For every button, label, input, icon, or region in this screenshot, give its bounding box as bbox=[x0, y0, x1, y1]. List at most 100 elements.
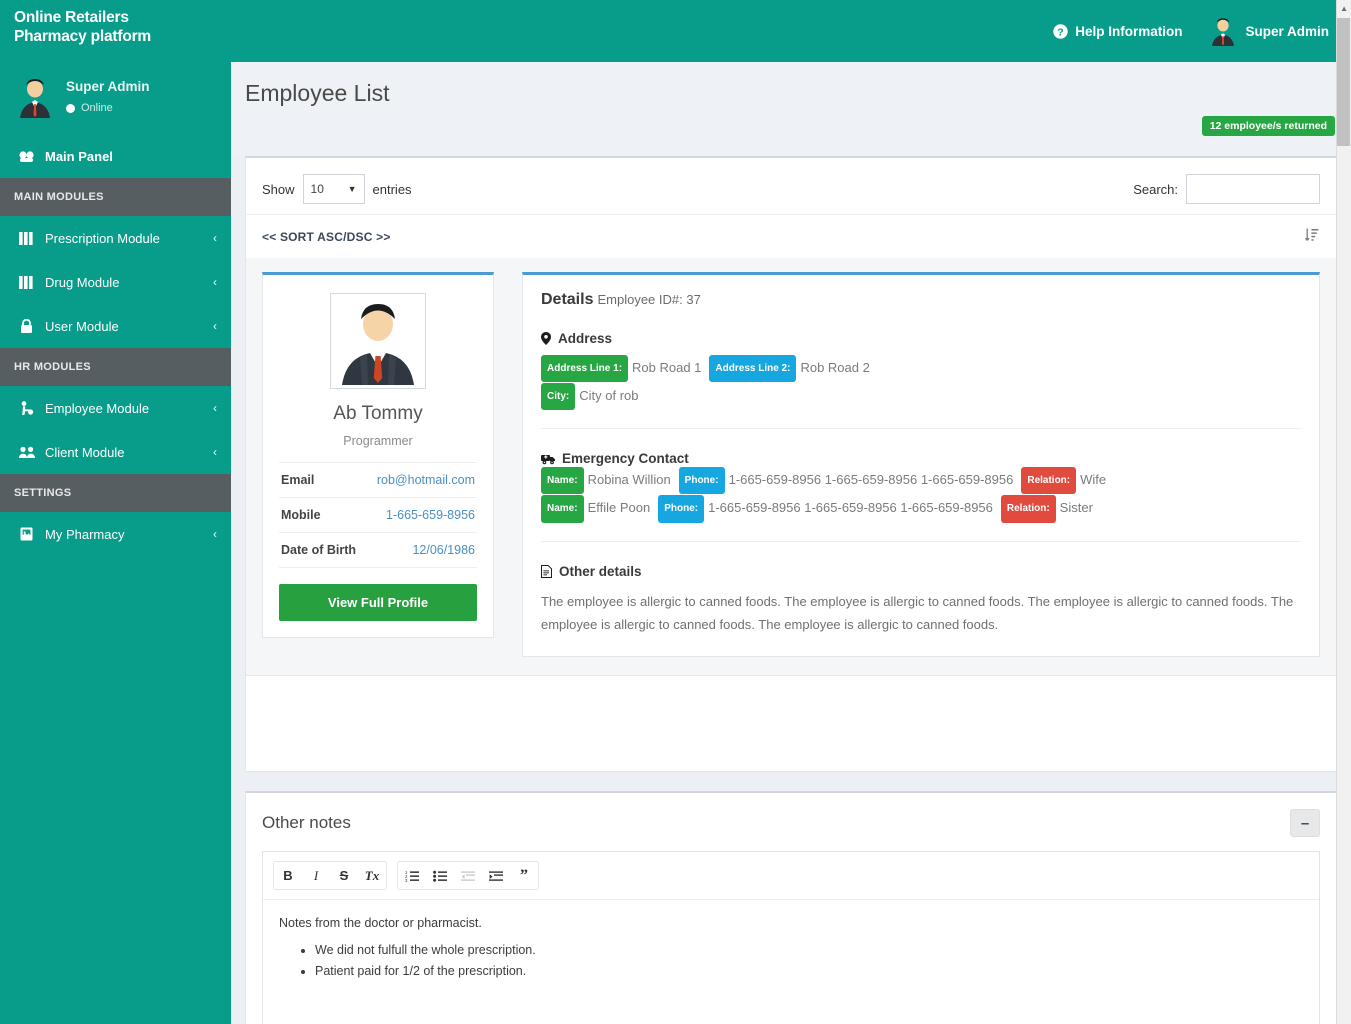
contact-phone-tag: Phone: bbox=[678, 466, 725, 495]
address-line-1-value: Rob Road 1 bbox=[632, 360, 702, 375]
blockquote-icon[interactable]: ” bbox=[510, 862, 538, 890]
other-notes-title: Other notes bbox=[262, 813, 351, 833]
city-value: City of rob bbox=[579, 388, 639, 404]
employee-profile-card: Ab Tommy Programmer Email rob@hotmail.co… bbox=[262, 272, 494, 638]
editor-text-style-group: B I S Tx bbox=[273, 861, 387, 891]
dob-label: Date of Birth bbox=[281, 543, 356, 557]
page-size-select[interactable]: 10 ▼ bbox=[302, 174, 365, 204]
topbar-user-label: Super Admin bbox=[1245, 23, 1329, 39]
notes-intro-text: Notes from the doctor or pharmacist. bbox=[279, 916, 482, 931]
sidebar-item-my-pharmacy[interactable]: My Pharmacy ‹ bbox=[0, 512, 231, 556]
city-tag: City: bbox=[541, 383, 576, 411]
contact-name-tag: Name: bbox=[541, 466, 584, 495]
view-full-profile-button[interactable]: View Full Profile bbox=[279, 584, 477, 621]
sidebar-item-user-module-label: User Module bbox=[45, 318, 119, 334]
employee-field-list: Email rob@hotmail.com Mobile 1-665-659-8… bbox=[279, 462, 477, 568]
sidebar-item-employee-module[interactable]: Employee Module ‹ bbox=[0, 386, 231, 430]
editor-body[interactable]: Notes from the doctor or pharmacist. We … bbox=[263, 900, 1319, 1024]
mobile-value: 1-665-659-8956 bbox=[386, 508, 475, 522]
top-navbar: ? Help Information Super Admin bbox=[231, 0, 1351, 62]
wheelchair-icon bbox=[18, 401, 35, 415]
sidebar-user-status: Online bbox=[66, 101, 150, 116]
sidebar-item-main-panel[interactable]: Main Panel bbox=[0, 134, 231, 178]
details-heading: Details bbox=[541, 291, 594, 308]
sidebar-item-client-module[interactable]: Client Module ‹ bbox=[0, 430, 231, 474]
avatar bbox=[1208, 16, 1239, 46]
sidebar-user-name: Super Admin bbox=[66, 78, 150, 94]
sidebar-item-user-module[interactable]: User Module ‹ bbox=[0, 304, 231, 348]
chevron-left-icon: ‹ bbox=[213, 445, 217, 459]
contact-phone-tag: Phone: bbox=[658, 495, 705, 523]
details-heading-row: Details Employee ID#: 37 bbox=[541, 291, 1301, 309]
employee-cards-area: Ab Tommy Programmer Email rob@hotmail.co… bbox=[246, 258, 1336, 676]
sidebar-item-drug-module[interactable]: Drug Module ‹ bbox=[0, 260, 231, 304]
editor-toolbar: B I S Tx 123 ” bbox=[263, 852, 1319, 901]
scroll-up-arrow-icon[interactable]: ▲ bbox=[1340, 4, 1348, 13]
sidebar-user-panel[interactable]: Super Admin Online bbox=[0, 62, 231, 134]
svg-text:3: 3 bbox=[405, 878, 408, 882]
brand-line-2: Pharmacy platform bbox=[14, 28, 152, 45]
help-information-label: Help Information bbox=[1075, 23, 1183, 39]
window-scrollbar-thumb[interactable] bbox=[1337, 18, 1350, 146]
map-marker-icon bbox=[541, 332, 551, 345]
employee-field-mobile: Mobile 1-665-659-8956 bbox=[279, 498, 477, 533]
window-scrollbar-track[interactable]: ▲ bbox=[1336, 0, 1351, 1024]
contact-1-phones: 1-665-659-8956 1-665-659-8956 1-665-659-… bbox=[728, 472, 1014, 488]
application-window: Online Retailers Pharmacy platform Super… bbox=[0, 0, 1351, 1024]
remove-format-icon[interactable]: Tx bbox=[358, 862, 386, 890]
employee-id: Employee ID#: 37 bbox=[597, 292, 701, 307]
address-lines: Address Line 1: Rob Road 1 Address Line 2:… bbox=[541, 354, 1301, 411]
datatable-toolbar: Show 10 ▼ entries Search: bbox=[246, 158, 1336, 214]
main-content: Employee List 12 employee/s returned Sho… bbox=[231, 62, 1351, 1024]
search-input[interactable] bbox=[1186, 174, 1320, 204]
outdent-icon[interactable] bbox=[454, 862, 482, 890]
email-label: Email bbox=[281, 473, 315, 487]
strikethrough-icon[interactable]: S bbox=[330, 862, 358, 890]
contact-relation-tag: Relation: bbox=[1021, 466, 1077, 495]
show-entries-control: Show 10 ▼ entries bbox=[262, 174, 412, 204]
details-divider-1 bbox=[541, 428, 1301, 430]
sidebar-item-prescription-module-label: Prescription Module bbox=[45, 230, 160, 246]
help-information-button[interactable]: ? Help Information bbox=[1053, 24, 1182, 39]
topbar-user-menu[interactable]: Super Admin bbox=[1208, 16, 1329, 46]
dob-value: 12/06/1986 bbox=[412, 543, 475, 557]
entries-label: entries bbox=[372, 181, 412, 197]
ambulance-icon bbox=[541, 454, 555, 464]
sidebar-section-settings: SETTINGS bbox=[0, 474, 231, 512]
online-status-icon bbox=[66, 103, 75, 113]
contact-name-tag: Name: bbox=[541, 495, 584, 523]
emergency-contact-title-label: Emergency Contact bbox=[562, 451, 689, 467]
employee-name: Ab Tommy bbox=[333, 403, 423, 424]
employee-role: Programmer bbox=[343, 434, 413, 448]
sidebar-user-status-label: Online bbox=[81, 101, 113, 114]
italic-icon[interactable]: I bbox=[302, 862, 330, 890]
brand-logo[interactable]: Online Retailers Pharmacy platform bbox=[0, 0, 231, 62]
indent-icon[interactable] bbox=[482, 862, 510, 890]
unordered-list-icon[interactable] bbox=[426, 862, 454, 890]
sidebar-item-prescription-module[interactable]: Prescription Module ‹ bbox=[0, 216, 231, 260]
book-icon bbox=[18, 527, 35, 541]
page-header: Employee List 12 employee/s returned bbox=[231, 62, 1351, 156]
users-icon bbox=[18, 446, 35, 459]
search-label: Search: bbox=[1133, 181, 1178, 197]
other-details-section-title: Other details bbox=[541, 564, 1301, 579]
contact-2-relation: Sister bbox=[1059, 500, 1093, 516]
dashboard-icon bbox=[18, 150, 35, 163]
address-line-2-tag: Address Line 2: bbox=[709, 355, 797, 383]
page-title: Employee List bbox=[245, 80, 390, 106]
chevron-left-icon: ‹ bbox=[213, 275, 217, 289]
contact-2-phones: 1-665-659-8956 1-665-659-8956 1-665-659-… bbox=[708, 500, 993, 516]
chevron-left-icon: ‹ bbox=[213, 527, 217, 541]
employee-field-email: Email rob@hotmail.com bbox=[279, 463, 477, 498]
collapse-button[interactable]: – bbox=[1290, 809, 1320, 838]
sidebar-section-hr-modules: HR MODULES bbox=[0, 348, 231, 386]
bold-icon[interactable]: B bbox=[274, 862, 302, 890]
employee-photo bbox=[334, 297, 422, 385]
ordered-list-icon[interactable]: 123 bbox=[398, 862, 426, 890]
search-control: Search: bbox=[1133, 174, 1320, 204]
address-title-label: Address bbox=[558, 331, 613, 346]
sort-asc-dsc-link[interactable]: << SORT ASC/DSC >> bbox=[262, 230, 391, 244]
sort-amount-icon[interactable] bbox=[1304, 227, 1320, 246]
sidebar-item-drug-module-label: Drug Module bbox=[45, 274, 120, 290]
contact-relation-tag: Relation: bbox=[1000, 495, 1056, 523]
